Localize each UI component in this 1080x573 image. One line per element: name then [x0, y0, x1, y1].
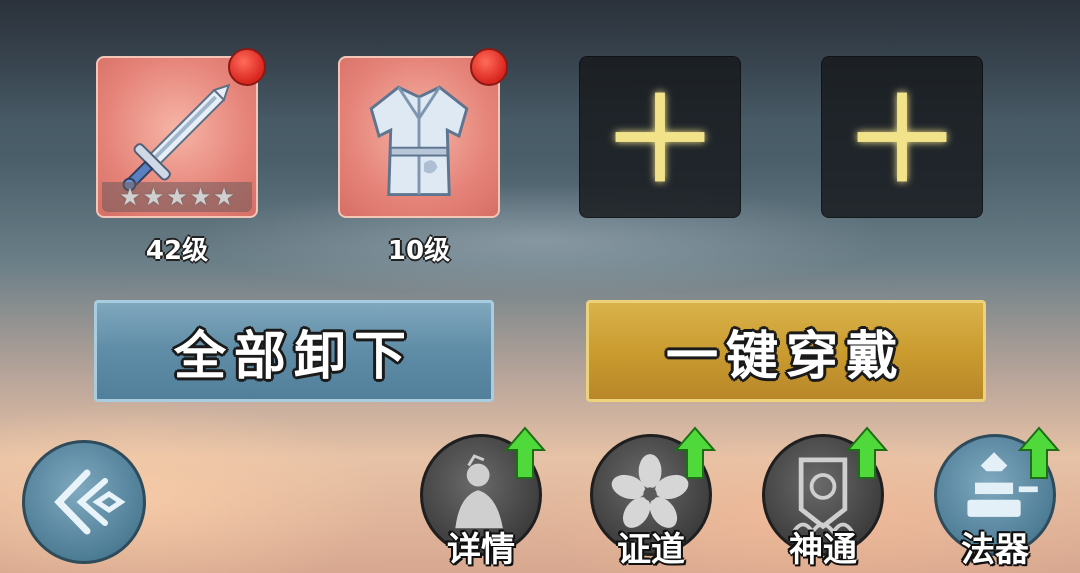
plus-icon	[615, 92, 705, 182]
nav-path[interactable]: 证道	[590, 426, 716, 570]
star-rating: ★ ★ ★ ★ ★	[102, 182, 252, 212]
star-icon: ★	[119, 183, 141, 211]
alert-dot	[228, 48, 266, 86]
nav-label: 神通	[789, 530, 857, 570]
equipment-slot-armor[interactable]	[338, 48, 508, 218]
back-arrow-icon	[54, 469, 126, 535]
nav-details[interactable]: 详情	[420, 426, 546, 570]
equipment-slot-weapon[interactable]: ★ ★ ★ ★ ★	[96, 48, 266, 218]
nav-label: 详情	[447, 530, 515, 570]
unequip-all-button[interactable]: 全部卸下	[94, 300, 494, 402]
back-button[interactable]	[22, 440, 146, 564]
star-icon: ★	[142, 183, 165, 211]
armor-level-label: 10级	[387, 236, 451, 266]
upgrade-arrow-icon	[674, 426, 716, 479]
star-icon: ★	[213, 183, 235, 211]
upgrade-arrow-icon	[846, 426, 888, 479]
nav-label: 法器	[961, 530, 1029, 570]
plus-icon	[857, 92, 947, 182]
upgrade-arrow-icon	[1018, 426, 1060, 479]
equip-all-button[interactable]: 一键穿戴	[586, 300, 986, 402]
nav-artifact[interactable]: 法器	[934, 426, 1060, 570]
star-icon: ★	[166, 183, 188, 211]
nav-powers[interactable]: 神通	[762, 426, 888, 570]
equipment-slot-empty-2[interactable]	[821, 56, 983, 218]
star-icon: ★	[189, 183, 212, 211]
weapon-level-label: 42级	[145, 236, 209, 266]
nav-label: 证道	[617, 530, 685, 570]
robe-icon	[369, 85, 469, 197]
alert-dot	[470, 48, 508, 86]
upgrade-arrow-icon	[504, 426, 546, 479]
equipment-slot-empty-1[interactable]	[579, 56, 741, 218]
